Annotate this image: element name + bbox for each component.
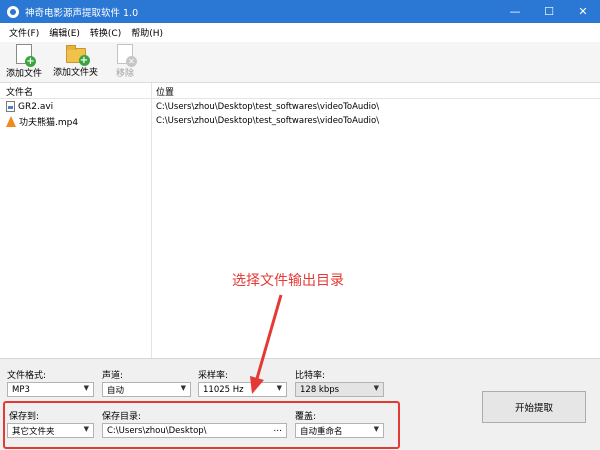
saveto-value: 其它文件夹 [12, 426, 55, 437]
close-button[interactable]: ✕ [566, 0, 600, 23]
toolbar: + 添加文件 + 添加文件夹 ✕ 移除 [0, 42, 600, 83]
chevron-down-icon: ▼ [83, 384, 89, 392]
header-location[interactable]: 位置 [156, 85, 174, 98]
channel-select[interactable]: 自动 ▼ [102, 382, 191, 397]
header-filename[interactable]: 文件名 [6, 85, 33, 98]
row-path: C:\Users\zhou\Desktop\test_softwares\vid… [156, 102, 380, 112]
samplerate-value: 11025 Hz [203, 384, 244, 395]
remove-label: 移除 [116, 69, 135, 79]
savedir-input[interactable]: C:\Users\zhou\Desktop\ ... [102, 423, 287, 438]
add-folder-button[interactable]: + 添加文件夹 [53, 44, 98, 78]
format-select[interactable]: MP3 ▼ [7, 382, 94, 397]
file-list[interactable]: 文件名 位置 GR2.avi C:\Users\zhou\Desktop\tes… [0, 83, 600, 358]
channel-value: 自动 [107, 385, 125, 396]
format-label: 文件格式: [7, 371, 47, 381]
title-bar: 神奇电影源声提取软件 1.0 — ☐ ✕ [0, 0, 600, 23]
maximize-button[interactable]: ☐ [532, 0, 566, 23]
minimize-button[interactable]: — [498, 0, 532, 23]
browse-button[interactable]: ... [273, 424, 282, 434]
menu-help[interactable]: 帮助(H) [126, 26, 168, 39]
format-value: MP3 [12, 384, 30, 395]
chevron-down-icon: ▼ [373, 384, 379, 392]
add-file-button[interactable]: + 添加文件 [6, 44, 42, 79]
overwrite-select[interactable]: 自动重命名 ▼ [295, 423, 384, 438]
table-row[interactable]: 功夫熊猫.mp4 C:\Users\zhou\Desktop\test_soft… [0, 114, 600, 128]
savedir-value: C:\Users\zhou\Desktop\ [107, 425, 207, 436]
add-file-icon: + [16, 44, 36, 67]
add-folder-icon: + [65, 45, 90, 66]
overwrite-value: 自动重命名 [300, 426, 343, 437]
row-path: C:\Users\zhou\Desktop\test_softwares\vid… [156, 116, 380, 126]
bitrate-value: 128 kbps [300, 384, 340, 395]
add-file-label: 添加文件 [6, 69, 43, 79]
channel-label: 声道: [102, 371, 124, 381]
start-extract-button[interactable]: 开始提取 [482, 391, 586, 423]
annotation-text: 选择文件输出目录 [232, 273, 344, 289]
menu-edit[interactable]: 编辑(E) [44, 26, 85, 39]
menu-bar: 文件(F) 编辑(E) 转换(C) 帮助(H) [0, 23, 600, 42]
row-filename: GR2.avi [18, 101, 54, 112]
savedir-label: 保存目录: [102, 412, 142, 422]
remove-icon: ✕ [117, 44, 137, 67]
overwrite-label: 覆盖: [295, 412, 317, 422]
samplerate-label: 采样率: [198, 371, 229, 381]
saveto-label: 保存到: [9, 412, 40, 422]
table-row[interactable]: GR2.avi C:\Users\zhou\Desktop\test_softw… [0, 100, 600, 114]
row-filename: 功夫熊猫.mp4 [19, 118, 79, 128]
list-header: 文件名 位置 [0, 83, 600, 99]
saveto-select[interactable]: 其它文件夹 ▼ [7, 423, 94, 438]
chevron-down-icon: ▼ [373, 425, 379, 433]
bitrate-label: 比特率: [295, 371, 326, 381]
chevron-down-icon: ▼ [83, 425, 89, 433]
samplerate-select[interactable]: 11025 Hz ▼ [198, 382, 287, 397]
video-file-icon [6, 101, 15, 112]
chevron-down-icon: ▼ [180, 384, 186, 392]
vlc-cone-icon [6, 116, 16, 127]
menu-convert[interactable]: 转换(C) [85, 26, 126, 39]
menu-file[interactable]: 文件(F) [4, 26, 44, 39]
settings-panel: 文件格式: MP3 ▼ 声道: 自动 ▼ 采样率: 11025 Hz ▼ 比特率: 1… [0, 358, 600, 450]
window-title: 神奇电影源声提取软件 1.0 [25, 7, 139, 19]
remove-button[interactable]: ✕ 移除 [116, 44, 137, 79]
chevron-down-icon: ▼ [276, 384, 282, 392]
bitrate-select[interactable]: 128 kbps ▼ [295, 382, 384, 397]
add-folder-label: 添加文件夹 [53, 68, 99, 78]
app-icon [7, 5, 19, 18]
